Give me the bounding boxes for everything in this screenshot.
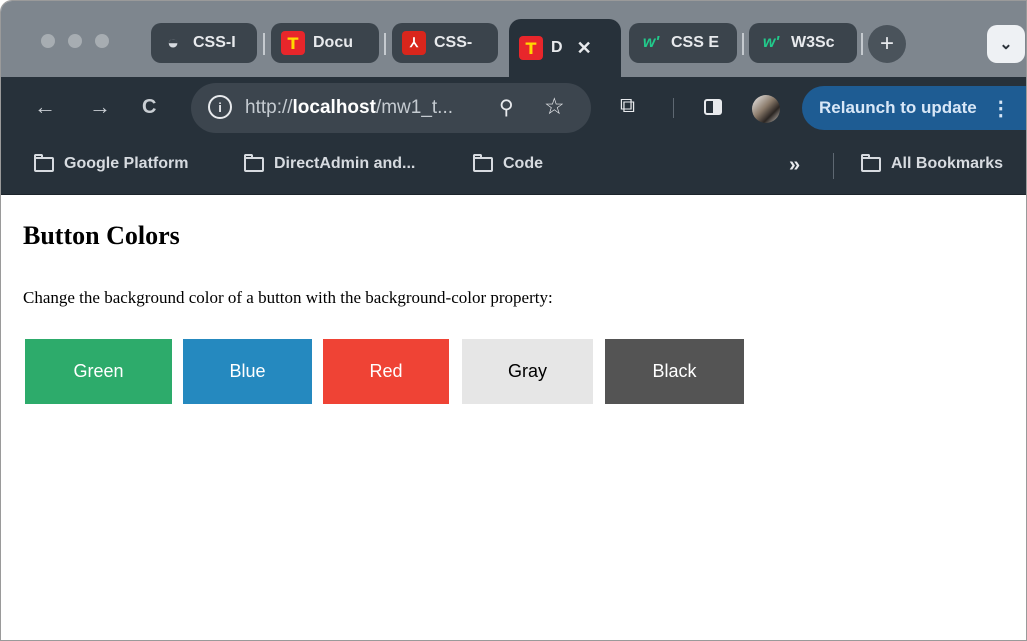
tab-search-button[interactable]: ⌄ (987, 25, 1025, 63)
toolbar-separator (673, 98, 674, 118)
tab-label: CSS- (434, 34, 473, 51)
globe-icon: ◒ (166, 31, 180, 54)
zoom-icon[interactable]: ⚲ (499, 95, 514, 120)
bookmark-star-icon[interactable]: ☆ (544, 93, 565, 120)
bookmarks-overflow-icon[interactable]: » (789, 154, 800, 177)
bookmarks-bar: Google Platform DirectAdmin and... Code … (1, 139, 1026, 195)
bookmark-code[interactable]: Code (473, 153, 543, 173)
tab-documents[interactable]: T Docu (271, 23, 379, 63)
tab-active[interactable]: T D ✕ (509, 19, 621, 77)
more-menu-icon[interactable]: ⋮ (991, 96, 1011, 121)
green-button[interactable]: Green (25, 339, 172, 404)
bookmark-directadmin[interactable]: DirectAdmin and... (244, 153, 416, 173)
url-host: localhost (292, 97, 376, 118)
bookmark-label: All Bookmarks (891, 155, 1004, 172)
folder-icon (34, 153, 54, 172)
bookmark-all-bookmarks[interactable]: All Bookmarks (861, 153, 1004, 173)
bookmark-google-platform[interactable]: Google Platform (34, 153, 189, 173)
tab-strip: ◒ CSS-I T Docu ⅄ CSS- T D ✕ w' CSS E w' … (1, 1, 1026, 77)
tab-separator (263, 33, 265, 55)
t-icon: T (281, 31, 305, 55)
close-tab-icon[interactable]: ✕ (577, 38, 592, 59)
folder-icon (244, 153, 264, 172)
tab-label: W3Sc (791, 34, 835, 51)
browser-window: ◒ CSS-I T Docu ⅄ CSS- T D ✕ w' CSS E w' … (0, 0, 1027, 641)
pdf-icon: ⅄ (402, 31, 426, 55)
bookmark-label: Google Platform (64, 155, 189, 172)
tab-separator (742, 33, 744, 55)
bookmark-label: Code (503, 155, 543, 172)
extensions-icon[interactable]: ⧉ (620, 94, 635, 118)
new-tab-button[interactable]: + (868, 25, 906, 63)
t-icon: T (519, 36, 543, 60)
tab-label: CSS E (671, 34, 720, 51)
tab-label: Docu (313, 34, 353, 51)
page-content: Button Colors Change the background colo… (1, 195, 1026, 640)
tab-separator (861, 33, 863, 55)
red-button[interactable]: Red (323, 339, 449, 404)
tab-css-e[interactable]: w' CSS E (629, 23, 737, 63)
tab-separator (384, 33, 386, 55)
relaunch-label: Relaunch to update (819, 98, 977, 117)
zoom-window-button[interactable] (95, 34, 109, 48)
page-description: Change the background color of a button … (23, 288, 553, 307)
page-heading: Button Colors (23, 221, 180, 250)
url-text[interactable]: http://localhost/mw1_t... (245, 97, 453, 119)
blue-button[interactable]: Blue (183, 339, 312, 404)
tab-label: D (551, 39, 563, 56)
folder-icon (473, 153, 493, 172)
bookmark-label: DirectAdmin and... (274, 155, 416, 172)
window-controls (41, 34, 109, 48)
gray-button[interactable]: Gray (462, 339, 593, 404)
site-info-icon[interactable]: i (208, 95, 232, 119)
tab-w3schools[interactable]: w' W3Sc (749, 23, 857, 63)
tab-label: CSS-I (193, 34, 236, 51)
back-icon[interactable]: ← (34, 95, 56, 119)
w3schools-icon: w' (642, 34, 660, 51)
reload-icon[interactable]: C (142, 95, 156, 119)
url-path: /mw1_t... (375, 97, 454, 118)
folder-icon (861, 153, 881, 172)
side-panel-icon[interactable] (704, 99, 722, 115)
minimize-window-button[interactable] (68, 34, 82, 48)
tab-css-pdf[interactable]: ⅄ CSS- (392, 23, 498, 63)
w3schools-icon: w' (762, 34, 780, 51)
bookmarks-separator (833, 153, 834, 179)
black-button[interactable]: Black (605, 339, 744, 404)
forward-icon[interactable]: → (89, 95, 111, 119)
relaunch-button[interactable]: Relaunch to update ⋮ (802, 86, 1026, 130)
tab-css-1[interactable]: ◒ CSS-I (151, 23, 257, 63)
url-scheme: http:// (245, 97, 293, 118)
close-window-button[interactable] (41, 34, 55, 48)
profile-avatar[interactable] (752, 95, 780, 123)
